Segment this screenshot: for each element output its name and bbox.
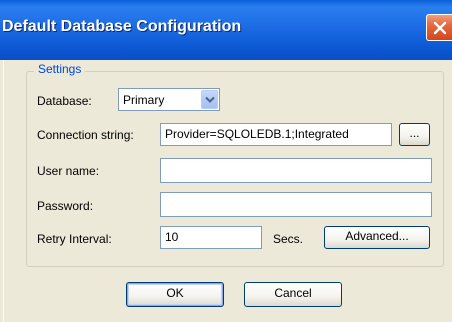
cancel-button[interactable]: Cancel [244,282,342,307]
retry-unit-label: Secs. [273,232,304,246]
dialog-window: Default Database Configuration Settings … [0,0,452,322]
database-select[interactable]: Primary [118,88,220,111]
retry-interval-field[interactable]: 10 [160,226,262,249]
password-field[interactable] [160,192,432,217]
advanced-button[interactable]: Advanced... [324,226,430,249]
title-bar[interactable]: Default Database Configuration [0,0,452,60]
connection-string-label: Connection string: [37,128,134,142]
retry-interval-label: Retry Interval: [37,232,112,246]
settings-group-label: Settings [34,62,86,76]
user-name-label: User name: [37,164,100,178]
database-select-value: Primary [123,93,165,107]
chevron-down-icon [205,96,215,103]
window-title: Default Database Configuration [2,18,242,35]
user-name-field[interactable] [160,158,432,183]
close-x-icon [433,21,447,35]
database-label: Database: [37,94,92,108]
browse-connection-button[interactable]: ... [399,123,430,146]
connection-string-field[interactable]: Provider=SQLOLEDB.1;Integrated [160,123,392,146]
password-label: Password: [37,199,94,213]
close-button[interactable] [426,14,452,41]
dropdown-button[interactable] [201,90,218,109]
ok-button[interactable]: OK [126,282,224,307]
